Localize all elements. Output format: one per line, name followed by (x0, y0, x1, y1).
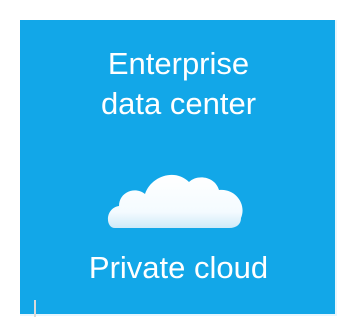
canvas: Enterprise data center Private cloud (0, 0, 356, 317)
tile-title: Enterprise data center (20, 44, 337, 124)
tile-label: Private cloud (88, 250, 269, 285)
cloud-icon (107, 174, 243, 228)
tile-title-line-1: Enterprise (107, 46, 250, 81)
background-divider (34, 300, 36, 317)
tile-title-line-2: data center (100, 86, 257, 121)
